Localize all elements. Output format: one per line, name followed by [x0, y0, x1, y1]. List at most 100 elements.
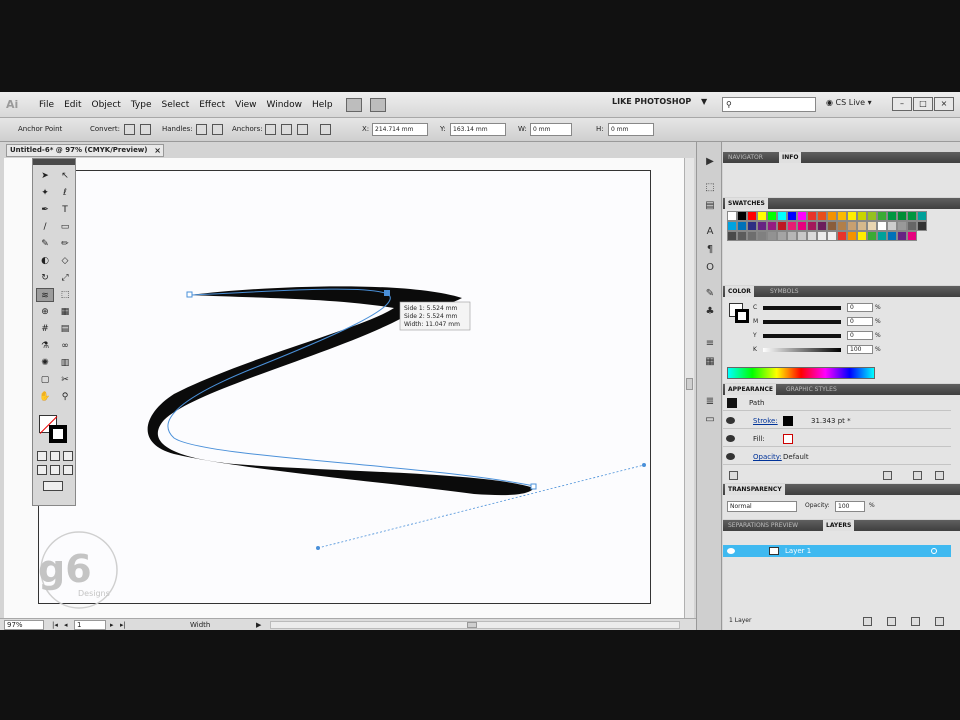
- swatch-8[interactable]: [807, 211, 817, 221]
- opacity-visibility-icon[interactable]: [726, 453, 735, 460]
- perspective-grid-tool-icon[interactable]: ▦: [56, 305, 74, 319]
- new-layer-icon[interactable]: [911, 617, 920, 626]
- direct-selection-tool-icon[interactable]: ↖: [56, 169, 74, 183]
- anchor-point-selected[interactable]: [384, 290, 390, 296]
- swatch-15[interactable]: [877, 211, 887, 221]
- swatch-58[interactable]: [907, 231, 917, 241]
- convert-corner-icon[interactable]: [140, 124, 151, 135]
- swatch-54[interactable]: [867, 231, 877, 241]
- artboard-number-field[interactable]: 1: [74, 620, 106, 630]
- artboard-tool-icon[interactable]: ▢: [36, 373, 54, 387]
- symbol-sprayer-tool-icon[interactable]: ✺: [36, 356, 54, 370]
- swatch-32[interactable]: [847, 221, 857, 231]
- close-document-icon[interactable]: ×: [154, 145, 161, 156]
- canvas[interactable]: Side 1: 5.524 mm Side 2: 5.524 mm Width:…: [4, 158, 694, 618]
- swatch-1[interactable]: [737, 211, 747, 221]
- tab-transparency[interactable]: TRANSPARENCY: [725, 484, 785, 495]
- color-spectrum[interactable]: [727, 367, 875, 379]
- duplicate-item-icon[interactable]: [913, 471, 922, 480]
- swatch-5[interactable]: [777, 211, 787, 221]
- minimize-button[interactable]: –: [892, 97, 912, 111]
- blend-tool-icon[interactable]: ∞: [56, 339, 74, 353]
- connect-anchors-icon[interactable]: [297, 124, 308, 135]
- vertical-scroll-thumb[interactable]: [686, 378, 693, 390]
- color-y-slider[interactable]: [763, 333, 841, 338]
- color-m-field[interactable]: 0: [847, 317, 873, 326]
- rectangle-tool-icon[interactable]: ▭: [56, 220, 74, 234]
- swatch-10[interactable]: [827, 211, 837, 221]
- prev-artboard-icon[interactable]: ◂: [64, 620, 68, 630]
- handle-point-left[interactable]: [316, 546, 320, 550]
- swatch-14[interactable]: [867, 211, 877, 221]
- swatch-57[interactable]: [897, 231, 907, 241]
- swatch-44[interactable]: [767, 231, 777, 241]
- maximize-button[interactable]: □: [913, 97, 933, 111]
- layer-name[interactable]: Layer 1: [785, 545, 811, 557]
- gradient-tool-icon[interactable]: ▤: [56, 322, 74, 336]
- fill-none-swatch[interactable]: [783, 434, 793, 444]
- anchor-point-start[interactable]: [186, 291, 193, 298]
- h-field[interactable]: 0 mm: [608, 123, 654, 136]
- handle-point-right[interactable]: [642, 463, 646, 467]
- zoom-tool-icon[interactable]: ⚲: [56, 390, 74, 404]
- menu-type[interactable]: Type: [126, 92, 157, 118]
- dock-brushes-icon[interactable]: ✎: [703, 288, 717, 300]
- swatch-39[interactable]: [917, 221, 927, 231]
- draw-behind-icon[interactable]: [50, 465, 60, 475]
- remove-anchor-icon[interactable]: [265, 124, 276, 135]
- anchor-point-end[interactable]: [530, 483, 537, 490]
- swatch-41[interactable]: [737, 231, 747, 241]
- swatch-7[interactable]: [797, 211, 807, 221]
- tab-appearance[interactable]: APPEARANCE: [725, 384, 776, 395]
- swatch-48[interactable]: [807, 231, 817, 241]
- new-art-icon[interactable]: [729, 471, 738, 480]
- swatch-46[interactable]: [787, 231, 797, 241]
- screen-mode-icon[interactable]: [43, 481, 63, 491]
- swatch-56[interactable]: [887, 231, 897, 241]
- tab-symbols[interactable]: SYMBOLS: [767, 286, 802, 297]
- gradient-mode-icon[interactable]: [50, 451, 60, 461]
- dock-stroke-icon[interactable]: ≡: [703, 338, 717, 350]
- tab-separations-preview[interactable]: SEPARATIONS PREVIEW: [725, 520, 801, 531]
- horizontal-scrollbar[interactable]: [270, 621, 680, 629]
- swatch-27[interactable]: [797, 221, 807, 231]
- swatch-51[interactable]: [837, 231, 847, 241]
- status-menu-icon[interactable]: ▶: [256, 620, 261, 630]
- dock-character-icon[interactable]: A: [703, 226, 717, 238]
- handles-hide-icon[interactable]: [212, 124, 223, 135]
- zoom-level-field[interactable]: 97%: [4, 620, 44, 630]
- dock-artboards-icon[interactable]: ▭: [703, 414, 717, 426]
- swatch-52[interactable]: [847, 231, 857, 241]
- swatch-6[interactable]: [787, 211, 797, 221]
- selection-tool-icon[interactable]: ➤: [36, 169, 54, 183]
- layer-visibility-icon[interactable]: [727, 548, 735, 554]
- current-tool-status[interactable]: Width: [190, 620, 210, 630]
- swatch-53[interactable]: [857, 231, 867, 241]
- swatch-37[interactable]: [897, 221, 907, 231]
- document-tab[interactable]: Untitled-6* @ 97% (CMYK/Preview) ×: [6, 144, 164, 157]
- variable-width-stroke[interactable]: [147, 286, 534, 496]
- vertical-scrollbar[interactable]: [684, 158, 694, 618]
- swatch-21[interactable]: [737, 221, 747, 231]
- menu-window[interactable]: Window: [262, 92, 308, 118]
- swatch-19[interactable]: [917, 211, 927, 221]
- color-k-slider[interactable]: [763, 347, 841, 352]
- eraser-tool-icon[interactable]: ◇: [56, 254, 74, 268]
- workspace-dropdown-icon[interactable]: ▼: [701, 97, 707, 106]
- appearance-stroke-value[interactable]: 31.343 pt *: [811, 413, 851, 429]
- swatch-35[interactable]: [877, 221, 887, 231]
- menu-effect[interactable]: Effect: [194, 92, 230, 118]
- tab-graphic-styles[interactable]: GRAPHIC STYLES: [783, 384, 840, 395]
- next-artboard-icon[interactable]: ▸: [110, 620, 114, 630]
- swatch-0[interactable]: [727, 211, 737, 221]
- swatch-50[interactable]: [827, 231, 837, 241]
- fill-visibility-icon[interactable]: [726, 435, 735, 442]
- tab-color[interactable]: COLOR: [725, 286, 754, 297]
- magic-wand-tool-icon[interactable]: ✦: [36, 186, 54, 200]
- shape-builder-tool-icon[interactable]: ⊕: [36, 305, 54, 319]
- swatch-47[interactable]: [797, 231, 807, 241]
- swatch-28[interactable]: [807, 221, 817, 231]
- menu-edit[interactable]: Edit: [59, 92, 86, 118]
- swatch-22[interactable]: [747, 221, 757, 231]
- arrange-documents-icon[interactable]: [369, 97, 386, 112]
